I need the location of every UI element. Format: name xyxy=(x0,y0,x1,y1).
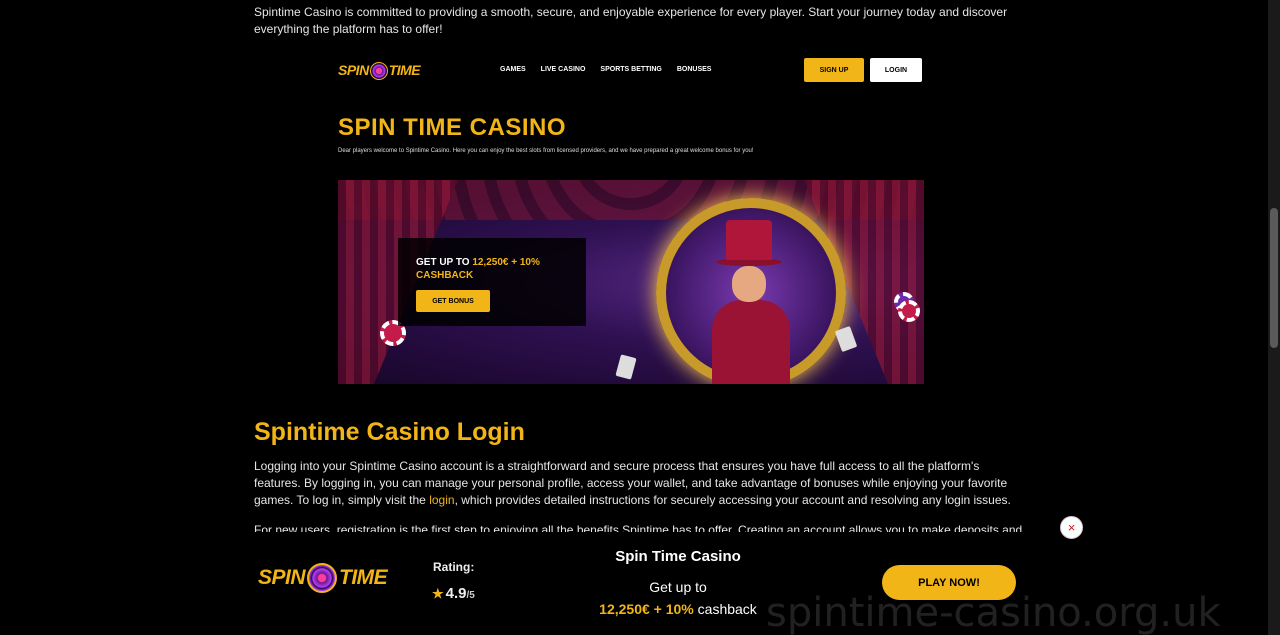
offer-amount: 12,250€ + 10% xyxy=(599,601,694,617)
promo-box: GET UP TO 12,250€ + 10% CASHBACK GET BON… xyxy=(398,238,586,326)
offer-suffix: cashback xyxy=(693,601,757,617)
promo-amount: 12,250€ + 10% xyxy=(472,257,540,268)
get-bonus-button: GET BONUS xyxy=(416,290,490,312)
scrollbar-thumb[interactable] xyxy=(1270,208,1278,348)
scrollbar[interactable] xyxy=(1268,0,1280,635)
swirl-icon xyxy=(307,563,338,593)
dice-icon xyxy=(615,354,637,380)
rating-number: 4.9 xyxy=(445,585,467,602)
logo-text-left: SPIN xyxy=(258,566,306,589)
nav-games: GAMES xyxy=(500,66,526,73)
magician-illustration xyxy=(706,220,796,384)
promo-text: GET UP TO 12,250€ + 10% CASHBACK xyxy=(416,256,568,282)
sticky-logo: SPIN TIME xyxy=(258,563,388,593)
star-icon: ★ xyxy=(432,586,444,601)
screenshot-logo: SPIN TIME xyxy=(338,62,421,81)
section-heading: Spintime Casino Login xyxy=(254,418,525,446)
swirl-icon xyxy=(369,62,388,81)
promo-prefix: GET UP TO xyxy=(416,257,470,268)
offer-title: Spin Time Casino xyxy=(615,548,741,565)
login-link[interactable]: login xyxy=(429,493,454,507)
bonus-banner: GET UP TO 12,250€ + 10% CASHBACK GET BON… xyxy=(338,180,924,384)
watermark: spintime-casino.org.uk xyxy=(766,590,1221,635)
site-screenshot: SPIN TIME GAMES LIVE CASINO SPORTS BETTIN… xyxy=(338,52,924,384)
faded-paragraph: For new users, registration is the first… xyxy=(254,523,1023,532)
logo-text-right: TIME xyxy=(339,566,388,589)
playing-card-icon xyxy=(834,325,858,353)
poker-chip-icon xyxy=(898,300,920,322)
nav-sports-betting: SPORTS BETTING xyxy=(600,66,662,73)
nav-bonuses: BONUSES xyxy=(676,66,712,73)
paragraph-text-end: , which provides detailed instructions f… xyxy=(454,493,1011,507)
rating-scale: /5 xyxy=(466,590,475,601)
logo-text-right: TIME xyxy=(388,62,421,78)
nav-live-casino: LIVE CASINO xyxy=(540,66,586,73)
promo-suffix: CASHBACK xyxy=(416,270,474,281)
screenshot-navbar: SPIN TIME GAMES LIVE CASINO SPORTS BETTIN… xyxy=(338,58,924,84)
close-icon[interactable]: × xyxy=(1060,516,1083,539)
screenshot-login-button: LOGIN xyxy=(870,58,922,82)
rating-label: Rating: xyxy=(433,560,475,574)
screenshot-signup-button: SIGN UP xyxy=(804,58,864,82)
rating-value: ★ 4.9 /5 xyxy=(432,585,475,602)
screenshot-title: SPIN TIME CASINO xyxy=(338,114,567,141)
screenshot-nav-links: GAMES LIVE CASINO SPORTS BETTING BONUSES xyxy=(500,66,711,73)
screenshot-subtitle: Dear players welcome to Spintime Casino.… xyxy=(338,148,754,154)
logo-text-left: SPIN xyxy=(338,62,369,78)
section-paragraph: Logging into your Spintime Casino accoun… xyxy=(254,458,1024,509)
intro-paragraph: Spintime Casino is committed to providin… xyxy=(254,5,1008,36)
